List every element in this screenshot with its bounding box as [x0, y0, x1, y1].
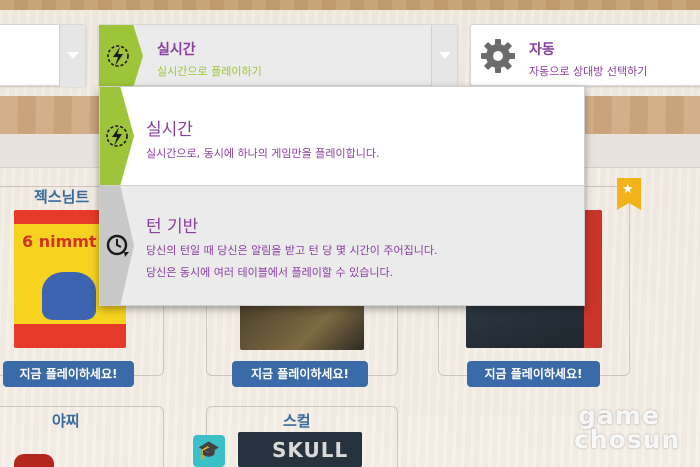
- option-turn-based[interactable]: 턴 기반 당신의 턴일 때 당신은 알림을 받고 턴 당 몇 시간이 주어집니다…: [100, 185, 584, 305]
- game-box-title: SKULL: [272, 438, 349, 462]
- watermark-line2: chosun: [574, 425, 681, 454]
- option-title: 실시간: [146, 120, 193, 140]
- game-title[interactable]: 스컬: [283, 410, 311, 431]
- mode-subtitle: 실시간으로 플레이하기: [157, 65, 262, 78]
- game-box-skull[interactable]: SKULL: [238, 432, 362, 467]
- mode-selector[interactable]: 실시간 실시간으로 플레이하기: [98, 24, 458, 87]
- watermark: game chosun: [574, 403, 698, 454]
- gear-icon: [479, 37, 517, 75]
- opponent-title: 자동: [529, 42, 555, 58]
- rotate-clock-icon: [104, 232, 130, 258]
- game-box[interactable]: [240, 300, 364, 350]
- mode-title: 실시간: [157, 42, 196, 58]
- option-description: 실시간으로, 동시에 하나의 게임만을 플레이합니다.: [146, 147, 380, 160]
- top-wood-strip: [0, 0, 700, 10]
- play-now-button[interactable]: 지금 플레이하세요!: [467, 361, 600, 387]
- game-title[interactable]: 야찌: [52, 410, 80, 431]
- mode-dropdown: 실시간 실시간으로, 동시에 하나의 게임만을 플레이합니다. 턴 기반 당신의…: [99, 86, 585, 306]
- option-description: 당신은 동시에 여러 테이블에서 플레이할 수 있습니다.: [146, 266, 394, 279]
- chevron-down-icon[interactable]: [59, 25, 85, 87]
- opponent-selector[interactable]: 자동 자동으로 상대방 선택하기: [470, 24, 700, 86]
- game-box-title: 6 nimmt!: [22, 232, 104, 251]
- play-now-button[interactable]: 지금 플레이하세요!: [3, 361, 134, 387]
- game-box[interactable]: [14, 454, 54, 467]
- play-now-button[interactable]: 지금 플레이하세요!: [232, 361, 368, 387]
- option-realtime[interactable]: 실시간 실시간으로, 동시에 하나의 게임만을 플레이합니다.: [100, 87, 584, 185]
- opponent-subtitle: 자동으로 상대방 선택하기: [529, 65, 648, 78]
- game-title[interactable]: 젝스님트: [34, 186, 89, 207]
- chevron-down-icon[interactable]: [431, 25, 457, 87]
- game-selector[interactable]: [0, 24, 86, 87]
- lightning-clock-icon: [104, 123, 130, 149]
- graduation-cap-icon[interactable]: 🎓: [193, 435, 225, 467]
- option-title: 턴 기반: [146, 217, 199, 237]
- lightning-clock-icon: [105, 43, 131, 69]
- option-description: 당신의 턴일 때 당신은 알림을 받고 턴 당 몇 시간이 주어집니다.: [146, 244, 438, 257]
